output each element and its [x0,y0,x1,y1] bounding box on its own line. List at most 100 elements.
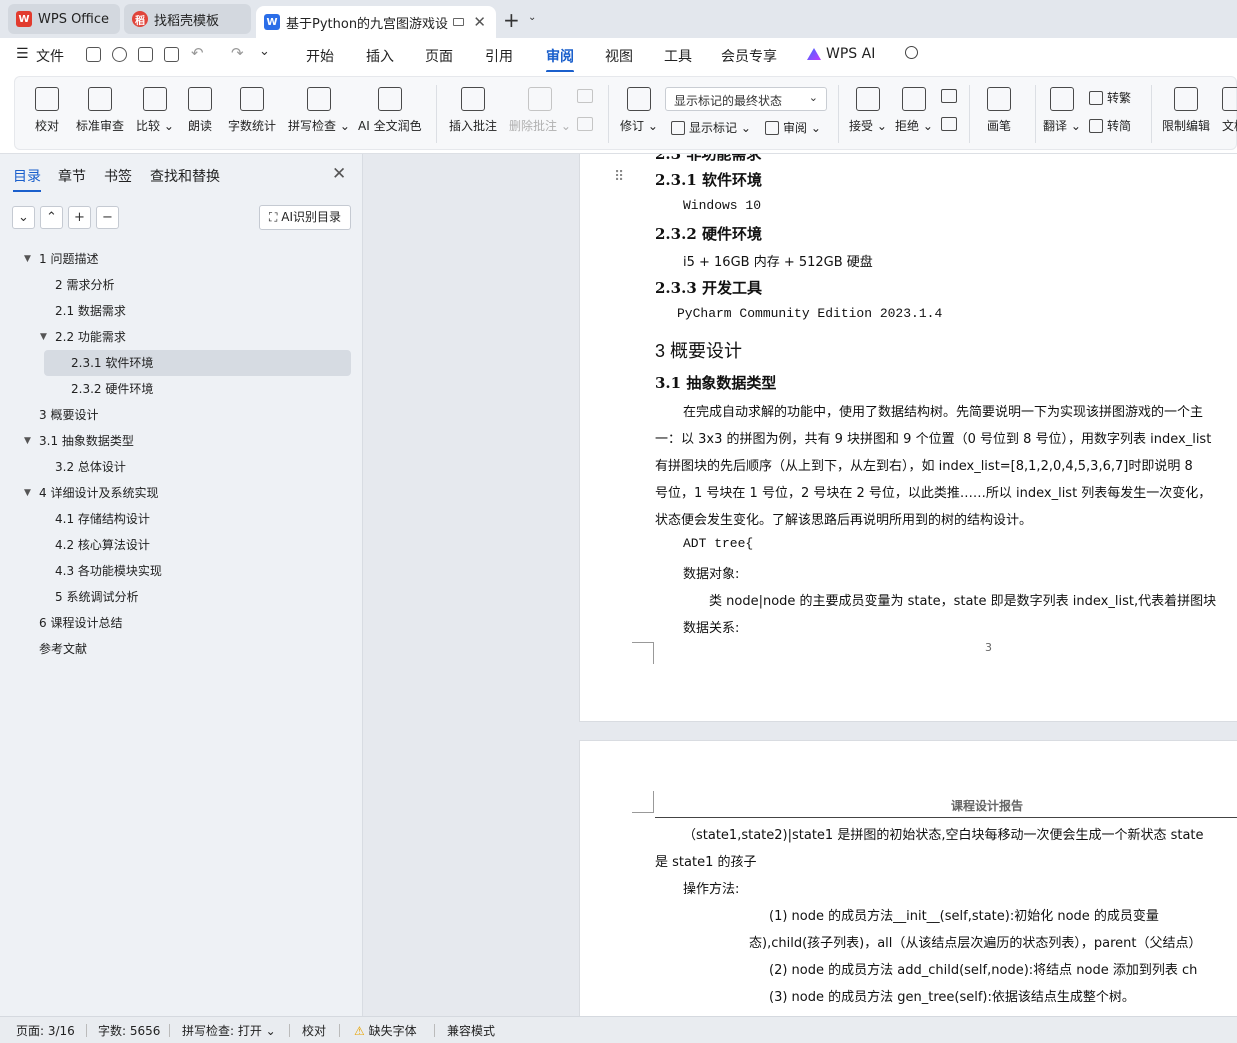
redo-icon[interactable]: ↷ [231,44,244,62]
pen-button[interactable]: 画笔 [987,87,1011,134]
next-change-icon[interactable] [941,117,957,131]
toc-item[interactable]: 4.1 存储结构设计 [0,506,363,532]
tab-wps-office[interactable]: W WPS Office [8,4,120,34]
restrict-edit-button[interactable]: 限制编辑 [1162,87,1210,134]
chevron-down-icon[interactable]: ⌄ [528,12,536,23]
menu-file[interactable]: 文件 [36,46,64,66]
hamburger-icon[interactable]: ☰ [16,46,29,62]
track-changes-button[interactable]: 修订 ⌄ [620,87,658,134]
translate-button[interactable]: 翻译 ⌄ [1043,87,1081,134]
open-icon[interactable] [112,47,127,62]
operation-item: 态),child(孩子列表)，all（从该结点层次遍历的状态列表），parent… [749,936,1202,951]
translate-icon [1049,87,1074,111]
status-divider [289,1024,290,1037]
nav-tab-find-replace[interactable]: 查找和替换 [150,166,220,186]
standard-review-button[interactable]: 标准审查 [76,87,124,134]
spell-check-status[interactable]: 拼写检查: 打开 ⌄ [182,1022,276,1039]
new-tab-icon[interactable]: + [503,8,520,32]
prev-change-icon[interactable] [941,89,957,103]
page-indicator[interactable]: 页面: 3/16 [16,1022,75,1039]
toc-item[interactable]: 5 系统调试分析 [0,584,363,610]
toc-item[interactable]: 4.3 各功能模块实现 [0,558,363,584]
review-pane-button[interactable]: 审阅 ⌄ [765,119,821,136]
print-icon[interactable] [138,47,153,62]
prev-comment-icon[interactable] [577,89,593,103]
print-preview-icon[interactable] [164,47,179,62]
toc-item[interactable]: 2.3.2 硬件环境 [0,376,363,402]
drag-handle-icon[interactable]: ⠿ [614,169,624,185]
expand-up-button[interactable]: ⌃ [40,206,63,229]
page: 2.3 非功能需求 ⠿ 2.3.1 软件环境 Windows 10 2.3.2 … [579,154,1237,722]
expand-triangle-icon[interactable]: ▼ [24,480,31,506]
toc-item[interactable]: ▼ 3.1 抽象数据类型 [0,428,363,454]
nav-tab-chapter[interactable]: 章节 [58,166,86,186]
tab-template[interactable]: 稻 找稻壳模板 [124,4,251,34]
expand-triangle-icon[interactable]: ▼ [40,324,47,350]
show-markup-button[interactable]: 显示标记 ⌄ [671,119,751,136]
ribbon-divider [608,85,609,143]
insert-comment-button[interactable]: 插入批注 [449,87,497,134]
next-comment-icon[interactable] [577,117,593,131]
close-icon[interactable]: ✕ [473,13,486,31]
read-aloud-button[interactable]: 朗读 [188,87,212,134]
nav-tab-bookmark[interactable]: 书签 [104,166,132,186]
expand-triangle-icon[interactable]: ▼ [24,246,31,272]
toc-item[interactable]: ▼ 1 问题描述 [0,246,363,272]
menu-member[interactable]: 会员专享 [721,46,777,66]
proofread-status[interactable]: 校对 [302,1022,326,1039]
ai-polish-button[interactable]: AI 全文润色 [358,87,422,134]
compare-button[interactable]: 比较 ⌄ [136,87,174,134]
toc-item[interactable]: ▼ 2.2 功能需求 [0,324,363,350]
toc-item-label: 6 课程设计总结 [39,616,123,630]
toc-item[interactable]: 4.2 核心算法设计 [0,532,363,558]
expand-triangle-icon[interactable]: ▼ [24,428,31,454]
toc-item[interactable]: 2.1 数据需求 [0,298,363,324]
remove-heading-button[interactable]: − [96,206,119,229]
ribbon-panel: 校对 标准审查 比较 ⌄ 朗读 字数统计 拼写检查 ⌄ AI 全文润色 插入批注… [14,76,1237,150]
close-icon[interactable]: ✕ [332,164,346,184]
menu-page[interactable]: 页面 [425,46,453,66]
heading-cut: 2.3 非功能需求 [655,154,762,163]
toc-item[interactable]: 3 概要设计 [0,402,363,428]
search-icon[interactable] [905,46,918,59]
undo-icon[interactable]: ↶ [191,44,204,62]
display-mode-select[interactable]: 显示标记的最终状态 ⌄ [665,87,827,111]
more-chevron-icon[interactable]: ⌄ [259,44,270,59]
accept-button[interactable]: 接受 ⌄ [849,87,887,134]
toc-item[interactable]: 2.3.1 软件环境 [44,350,351,376]
review-pane-icon [765,121,779,135]
document-canvas[interactable]: 2.3 非功能需求 ⠿ 2.3.1 软件环境 Windows 10 2.3.2 … [364,154,1237,1016]
add-heading-button[interactable]: + [68,206,91,229]
to-traditional-button[interactable]: 转繁 [1089,89,1131,106]
toc-item[interactable]: 3.2 总体设计 [0,454,363,480]
toc-item[interactable]: ▼ 4 详细设计及系统实现 [0,480,363,506]
reject-button[interactable]: 拒绝 ⌄ [895,87,933,134]
word-count-button[interactable]: 字数统计 [228,87,276,134]
nav-tab-toc[interactable]: 目录 [13,166,41,192]
document-more-button[interactable]: 文档 [1222,87,1237,134]
proofread-button[interactable]: 校对 [35,87,59,134]
word-count-status[interactable]: 字数: 5656 [98,1022,160,1039]
tab-label: WPS Office [38,11,110,27]
tab-document[interactable]: W 基于Python的九宫图游戏设计 ✕ [256,6,496,38]
ai-toc-button[interactable]: ⛶ AI识别目录 [259,205,351,230]
to-simplified-button[interactable]: 转简 [1089,117,1131,134]
ribbon-divider [1151,85,1152,143]
spell-check-button[interactable]: 拼写检查 ⌄ [288,87,350,134]
menu-tools[interactable]: 工具 [664,46,692,66]
monitor-icon[interactable] [453,18,464,26]
missing-font-status[interactable]: ⚠ 缺失字体 [354,1022,417,1039]
toc-item[interactable]: 2 需求分析 [0,272,363,298]
menu-wps-ai[interactable]: WPS AI [826,46,875,62]
menu-start[interactable]: 开始 [306,46,334,66]
save-icon[interactable] [86,47,101,62]
delete-comment-button[interactable]: 删除批注 ⌄ [509,87,571,134]
toc-item[interactable]: 6 课程设计总结 [0,610,363,636]
toc-item[interactable]: 参考文献 [0,636,363,662]
data-object-value: 类 node|node 的主要成员变量为 state，state 即是数字列表 … [709,594,1217,609]
menu-reference[interactable]: 引用 [485,46,513,66]
collapse-all-button[interactable]: ⌄ [12,206,35,229]
menu-insert[interactable]: 插入 [366,46,394,66]
menu-review[interactable]: 审阅 [546,46,574,73]
menu-view[interactable]: 视图 [605,46,633,66]
